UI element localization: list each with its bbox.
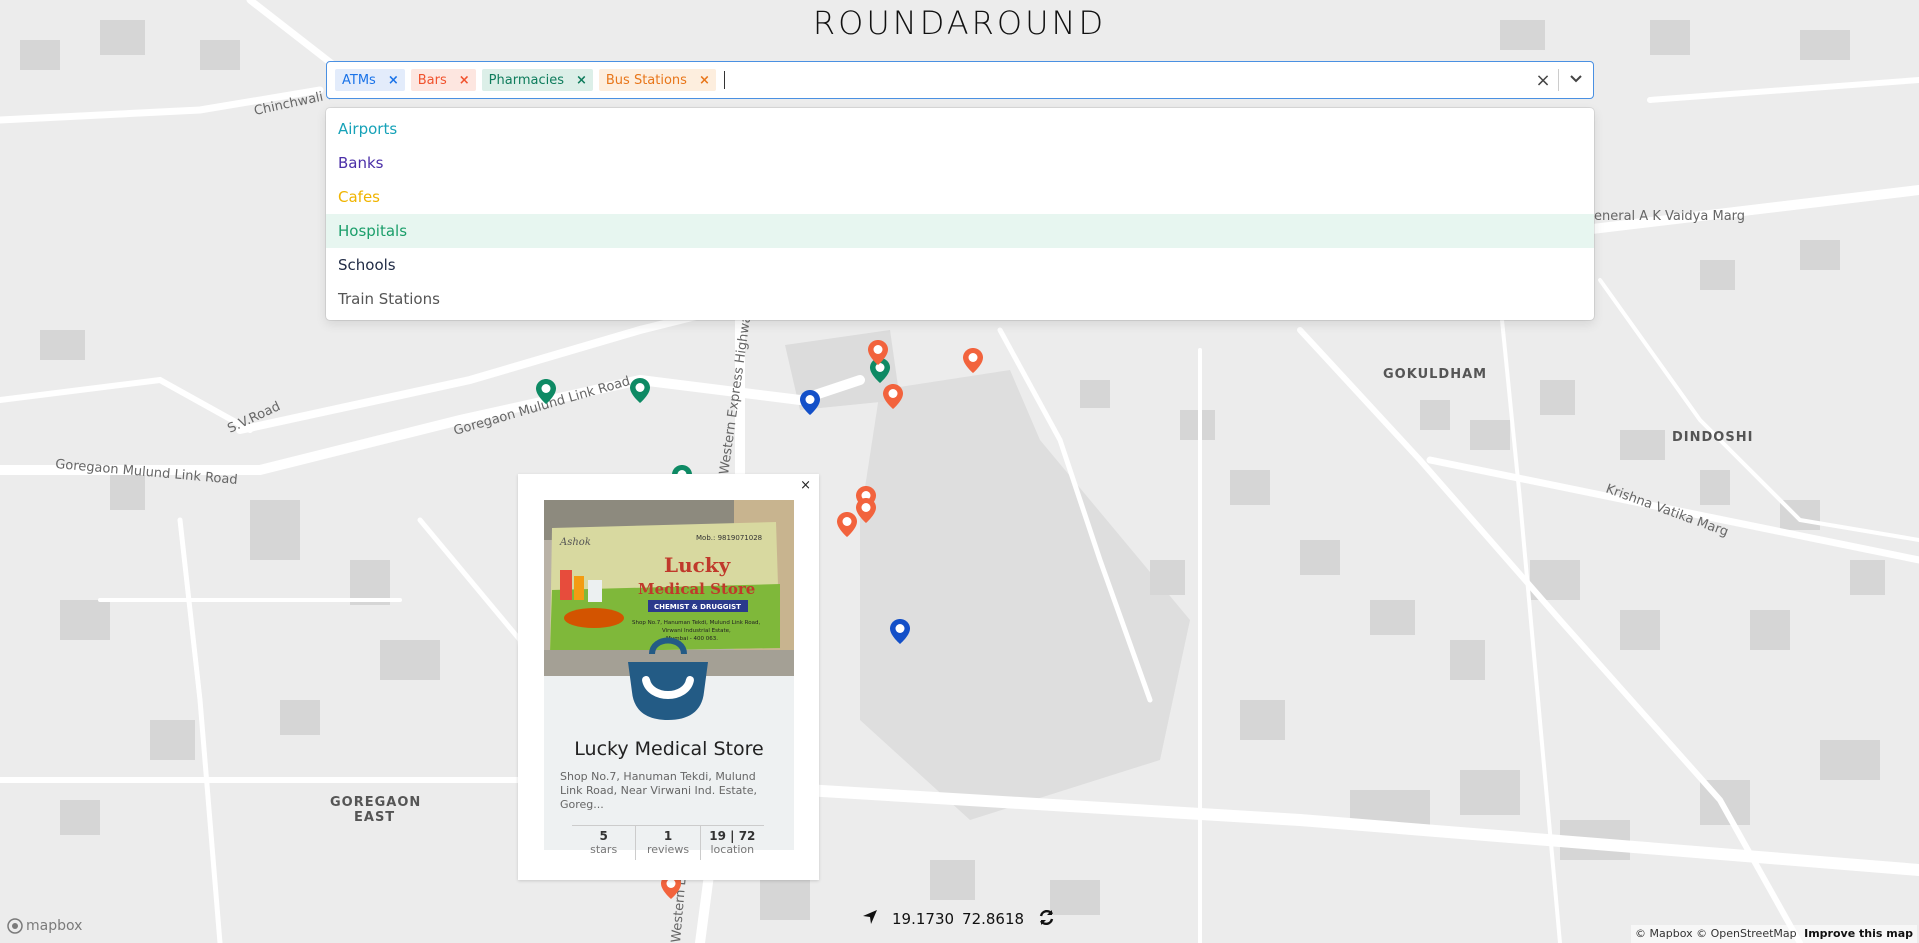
chip-atms: ATMs × [335, 69, 405, 91]
mapbox-logo[interactable]: mapbox [7, 918, 82, 934]
option-airports[interactable]: Airports [326, 112, 1594, 146]
map-label-road: eneral A K Vaidya Marg [1594, 209, 1745, 224]
chip-label: Pharmacies [488, 72, 564, 88]
category-multiselect[interactable]: ATMs × Bars × Pharmacies × Bus Stations … [326, 61, 1594, 99]
place-address: Shop No.7, Hanuman Tekdi, Mulund Link Ro… [560, 770, 758, 811]
option-schools[interactable]: Schools [326, 248, 1594, 282]
map-label-area: GOKULDHAM [1383, 367, 1487, 382]
photo-tagline: CHEMIST & DRUGGIST [654, 603, 741, 611]
refresh-icon[interactable] [1038, 909, 1055, 930]
stat-value: 19 | 72 [709, 829, 756, 843]
map-attribution: © Mapbox © OpenStreetMap Improve this ma… [1631, 925, 1917, 943]
selected-chips: ATMs × Bars × Pharmacies × Bus Stations … [327, 69, 1528, 91]
clear-icon[interactable]: × [1528, 70, 1558, 91]
place-popup: × Ashok Mob.: 9819071028 Lucky Medical S… [518, 474, 819, 880]
stat-label: location [710, 843, 755, 856]
photo-owner: Ashok [559, 537, 591, 548]
photo-sign-line2: Medical Store [638, 580, 755, 598]
chip-label: Bus Stations [605, 72, 687, 88]
chip-bus-stations: Bus Stations × [598, 69, 716, 91]
longitude-value: 72.8618 [962, 910, 1025, 928]
locate-arrow-icon[interactable] [862, 909, 878, 929]
chip-bars: Bars × [410, 69, 476, 91]
mapbox-logo-text: mapbox [26, 918, 83, 934]
chip-remove-icon[interactable]: × [570, 73, 593, 88]
photo-shop-address: Shop No.7, Hanuman Tekdi, Mulund Link Ro… [632, 620, 760, 626]
chip-label: Bars [417, 72, 447, 88]
app-title: ROUNDAROUND [812, 4, 1107, 42]
chevron-down-icon[interactable] [1559, 72, 1593, 88]
chip-remove-icon[interactable]: × [693, 73, 716, 88]
latitude-value: 19.1730 [892, 910, 955, 928]
category-menu: Airports Banks Cafes Hospitals Schools T… [326, 108, 1594, 320]
map-label-area: GOREGAON [330, 795, 421, 810]
option-banks[interactable]: Banks [326, 146, 1594, 180]
map-label-area: DINDOSHI [1672, 430, 1753, 445]
stat-reviews: 1 reviews [636, 826, 701, 860]
stat-stars: 5 stars [572, 826, 637, 860]
option-cafes[interactable]: Cafes [326, 180, 1594, 214]
coordinates-bar: 19.1730 72.8618 [862, 907, 1055, 931]
stat-location: 19 | 72 location [701, 826, 764, 860]
option-hospitals[interactable]: Hospitals [326, 214, 1594, 248]
stat-value: 1 [663, 829, 673, 843]
chip-remove-icon[interactable]: × [453, 73, 476, 88]
photo-mobile: Mob.: 9819071028 [696, 534, 762, 542]
shopping-bag-icon [622, 628, 714, 720]
mapbox-logo-icon [7, 918, 23, 934]
close-icon[interactable]: × [800, 478, 811, 493]
attribution-text[interactable]: © Mapbox © OpenStreetMap [1635, 927, 1797, 940]
chip-pharmacies: Pharmacies × [481, 69, 593, 91]
chip-remove-icon[interactable]: × [382, 73, 405, 88]
improve-map-link[interactable]: Improve this map [1804, 927, 1913, 940]
chip-label: ATMs [342, 72, 376, 88]
map-label-area: EAST [354, 810, 395, 825]
stat-label: reviews [646, 843, 690, 856]
stat-value: 5 [599, 829, 608, 843]
place-title: Lucky Medical Store [574, 738, 764, 760]
option-train-stations[interactable]: Train Stations [326, 282, 1594, 316]
photo-sign-line1: Lucky [664, 553, 732, 577]
stat-label: stars [590, 843, 618, 856]
place-stats: 5 stars 1 reviews 19 | 72 location [572, 825, 764, 860]
search-input[interactable] [723, 71, 725, 89]
place-card: Ashok Mob.: 9819071028 Lucky Medical Sto… [544, 500, 794, 860]
